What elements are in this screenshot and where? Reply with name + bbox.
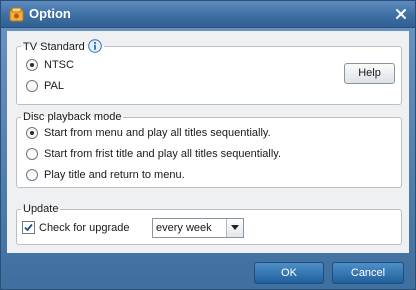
chevron-down-icon — [231, 225, 239, 230]
radio-label: Start from menu and play all titles sequ… — [44, 127, 271, 139]
radio-label: PAL — [44, 80, 64, 92]
upgrade-label: Check for upgrade — [39, 221, 130, 234]
select-value: every week — [156, 222, 212, 234]
option-dialog: Option TV Standard NTSC PAL Help Disc pl… — [0, 0, 416, 290]
radio-button[interactable] — [26, 80, 38, 92]
close-icon[interactable] — [393, 6, 409, 22]
update-group: Update Check for upgrade every week — [16, 203, 402, 245]
radio-start-from-first-title[interactable]: Start from frist title and play all titl… — [26, 148, 281, 160]
radio-button[interactable] — [26, 127, 38, 139]
tv-standard-legend: TV Standard — [21, 39, 104, 53]
info-icon[interactable] — [87, 39, 102, 53]
checkmark-icon — [24, 223, 33, 232]
dialog-body: TV Standard NTSC PAL Help Disc playback … — [7, 31, 409, 253]
radio-label: NTSC — [44, 59, 74, 71]
radio-button[interactable] — [26, 59, 38, 71]
update-frequency-select[interactable]: every week — [152, 218, 244, 238]
radio-play-title-return[interactable]: Play title and return to menu. — [26, 169, 185, 181]
radio-button[interactable] — [26, 169, 38, 181]
disc-playback-legend: Disc playback mode — [23, 111, 122, 123]
disc-playback-group: Disc playback mode Start from menu and p… — [16, 111, 402, 188]
update-legend: Update — [23, 203, 59, 215]
radio-pal[interactable]: PAL — [26, 80, 64, 92]
tv-standard-group: TV Standard NTSC PAL Help — [16, 39, 402, 105]
radio-ntsc[interactable]: NTSC — [26, 59, 74, 71]
check-for-upgrade[interactable]: Check for upgrade — [22, 221, 130, 234]
radio-label: Play title and return to menu. — [44, 169, 185, 181]
help-button[interactable]: Help — [344, 63, 395, 84]
app-icon — [9, 7, 24, 22]
radio-button[interactable] — [26, 148, 38, 160]
dropdown-button[interactable] — [226, 219, 243, 237]
radio-label: Start from frist title and play all titl… — [44, 148, 282, 160]
window-title: Option — [29, 6, 71, 21]
radio-start-from-menu[interactable]: Start from menu and play all titles sequ… — [26, 127, 271, 139]
upgrade-checkbox[interactable] — [22, 221, 35, 234]
ok-button[interactable]: OK — [254, 262, 324, 284]
cancel-button[interactable]: Cancel — [332, 262, 404, 284]
title-bar[interactable]: Option — [1, 1, 415, 28]
